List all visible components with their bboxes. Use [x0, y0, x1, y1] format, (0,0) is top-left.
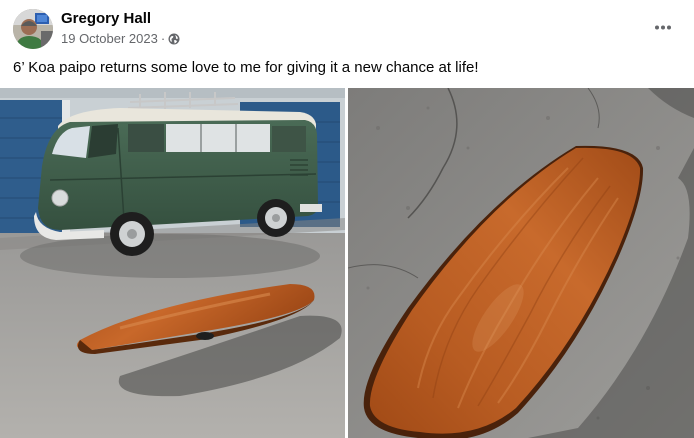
post-meta: 19 October 2023 ·: [61, 31, 180, 46]
post-date[interactable]: 19 October 2023: [61, 31, 158, 46]
photo-paipo-with-vw-bus[interactable]: [0, 88, 345, 438]
avatar[interactable]: [13, 9, 53, 49]
post-text: 6’ Koa paipo returns some love to me for…: [13, 59, 479, 76]
avatar-photo: [13, 9, 53, 49]
globe-icon[interactable]: [168, 33, 180, 45]
author-name[interactable]: Gregory Hall: [61, 10, 151, 27]
meta-separator: ·: [160, 31, 166, 46]
more-options-icon[interactable]: [646, 12, 680, 42]
photo-paipo-closeup[interactable]: [348, 88, 694, 438]
post-header: Gregory Hall 19 October 2023 ·: [0, 0, 694, 56]
